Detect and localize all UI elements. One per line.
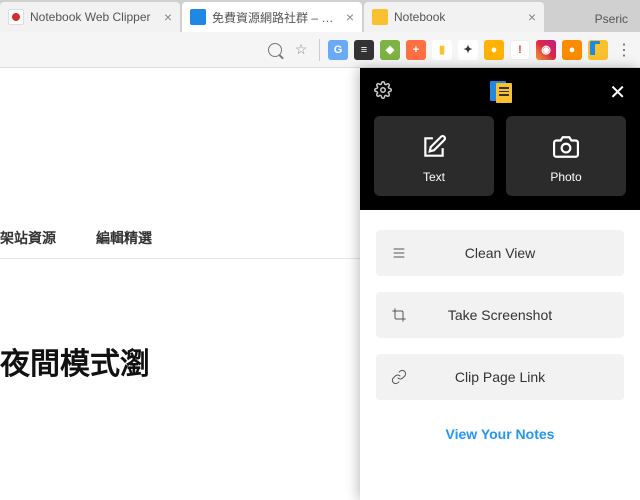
panel-body: Clean View Take Screenshot Clip Page Lin… <box>360 210 640 500</box>
browser-tab-bar: Notebook Web Clipper × 免費資源網路社群 – 免費 × N… <box>0 0 640 32</box>
close-icon[interactable]: ✕ <box>609 80 626 105</box>
notebook-clipper-panel: ✕ Text Photo Clean View Take Screenshot <box>360 68 640 500</box>
extension-icon[interactable]: ! <box>510 40 530 60</box>
take-screenshot-button[interactable]: Take Screenshot <box>376 292 624 338</box>
browser-menu-icon[interactable]: ⋮ <box>614 40 634 60</box>
favicon-icon <box>372 9 388 25</box>
extension-icon[interactable]: ◉ <box>536 40 556 60</box>
panel-header: ✕ Text Photo <box>360 68 640 210</box>
browser-toolbar: ☆ G ≡ ◆ + ▮ ✦ ● ! ◉ ● ⋮ <box>0 32 640 68</box>
extension-icon[interactable]: G <box>328 40 348 60</box>
tab-title: Notebook Web Clipper <box>30 10 151 24</box>
browser-tab-2[interactable]: Notebook × <box>364 2 544 32</box>
favicon-icon <box>8 9 24 25</box>
clean-view-button[interactable]: Clean View <box>376 230 624 276</box>
option-label: Clip Page Link <box>390 369 610 385</box>
browser-tab-1[interactable]: 免費資源網路社群 – 免費 × <box>182 2 362 32</box>
tab-close-icon[interactable]: × <box>158 9 172 25</box>
gear-icon[interactable] <box>374 81 392 104</box>
extension-icon[interactable]: + <box>406 40 426 60</box>
clip-page-link-button[interactable]: Clip Page Link <box>376 354 624 400</box>
nav-item[interactable]: 架站資源 <box>0 228 56 248</box>
toolbar-divider <box>319 39 320 61</box>
tab-close-icon[interactable]: × <box>340 9 354 25</box>
option-label: Take Screenshot <box>390 307 610 323</box>
profile-label[interactable]: Pseric <box>583 6 640 32</box>
tab-title: Notebook <box>394 10 445 24</box>
view-notes-link[interactable]: View Your Notes <box>376 416 624 452</box>
nav-item[interactable]: 編輯精選 <box>96 228 152 248</box>
tile-label: Text <box>423 170 445 184</box>
extension-icon[interactable]: ▮ <box>432 40 452 60</box>
notebook-extension-icon[interactable] <box>588 40 608 60</box>
extension-icon[interactable]: ≡ <box>354 40 374 60</box>
text-note-tile[interactable]: Text <box>374 116 494 196</box>
extension-icon[interactable]: ✦ <box>458 40 478 60</box>
zoom-icon[interactable] <box>265 40 285 60</box>
extension-icon[interactable]: ● <box>562 40 582 60</box>
browser-tab-0[interactable]: Notebook Web Clipper × <box>0 2 180 32</box>
bookmark-star-icon[interactable]: ☆ <box>291 40 311 60</box>
photo-note-tile[interactable]: Photo <box>506 116 626 196</box>
extension-icon[interactable]: ◆ <box>380 40 400 60</box>
tile-label: Photo <box>550 170 581 184</box>
option-label: Clean View <box>390 245 610 261</box>
tab-close-icon[interactable]: × <box>522 9 536 25</box>
notebook-logo-icon <box>490 81 512 103</box>
favicon-icon <box>190 9 206 25</box>
tab-title: 免費資源網路社群 – 免費 <box>212 9 340 26</box>
extension-icon[interactable]: ● <box>484 40 504 60</box>
